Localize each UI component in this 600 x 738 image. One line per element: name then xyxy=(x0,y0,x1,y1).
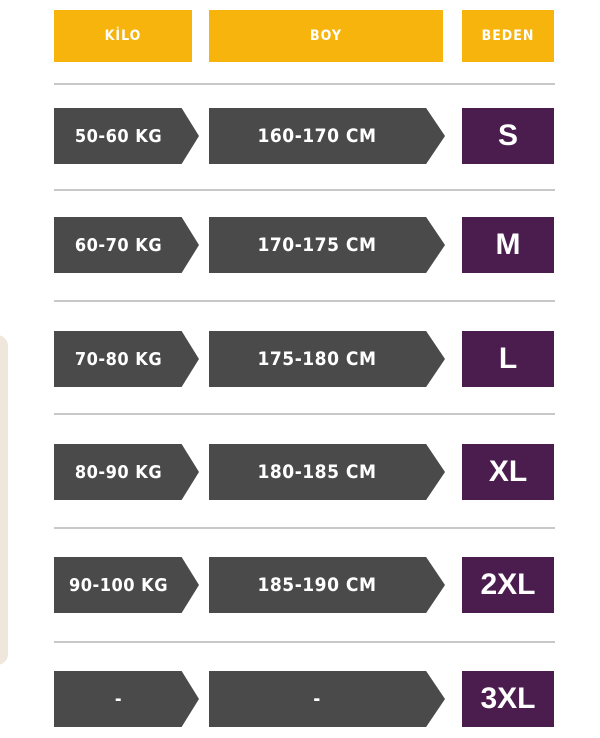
beden-cell: L xyxy=(462,331,554,387)
divider xyxy=(54,527,555,529)
kilo-cell: 70-80 KG xyxy=(54,331,199,387)
header-kilo: KİLO xyxy=(54,10,192,62)
beden-cell: M xyxy=(462,217,554,273)
size-row: 80-90 KG 180-185 CM XL xyxy=(0,444,600,500)
beden-cell: S xyxy=(462,108,554,164)
kilo-cell: 60-70 KG xyxy=(54,217,199,273)
size-row: 70-80 KG 175-180 CM L xyxy=(0,331,600,387)
divider xyxy=(54,83,555,85)
size-row: 50-60 KG 160-170 CM S xyxy=(0,108,600,164)
boy-cell: 170-175 CM xyxy=(209,217,445,273)
divider xyxy=(54,413,555,415)
divider xyxy=(54,189,555,191)
beden-cell: XL xyxy=(462,444,554,500)
boy-cell: - xyxy=(209,671,445,727)
boy-cell: 175-180 CM xyxy=(209,331,445,387)
boy-cell: 185-190 CM xyxy=(209,557,445,613)
header-boy: BOY xyxy=(209,10,443,62)
kilo-cell: 80-90 KG xyxy=(54,444,199,500)
beden-cell: 2XL xyxy=(462,557,554,613)
divider xyxy=(54,300,555,302)
size-row: 90-100 KG 185-190 CM 2XL xyxy=(0,557,600,613)
size-row: - - 3XL xyxy=(0,671,600,727)
kilo-cell: 90-100 KG xyxy=(54,557,199,613)
boy-cell: 160-170 CM xyxy=(209,108,445,164)
size-row: 60-70 KG 170-175 CM M xyxy=(0,217,600,273)
boy-cell: 180-185 CM xyxy=(209,444,445,500)
header-beden: BEDEN xyxy=(462,10,554,62)
kilo-cell: 50-60 KG xyxy=(54,108,199,164)
kilo-cell: - xyxy=(54,671,199,727)
divider xyxy=(54,641,555,643)
beden-cell: 3XL xyxy=(462,671,554,727)
